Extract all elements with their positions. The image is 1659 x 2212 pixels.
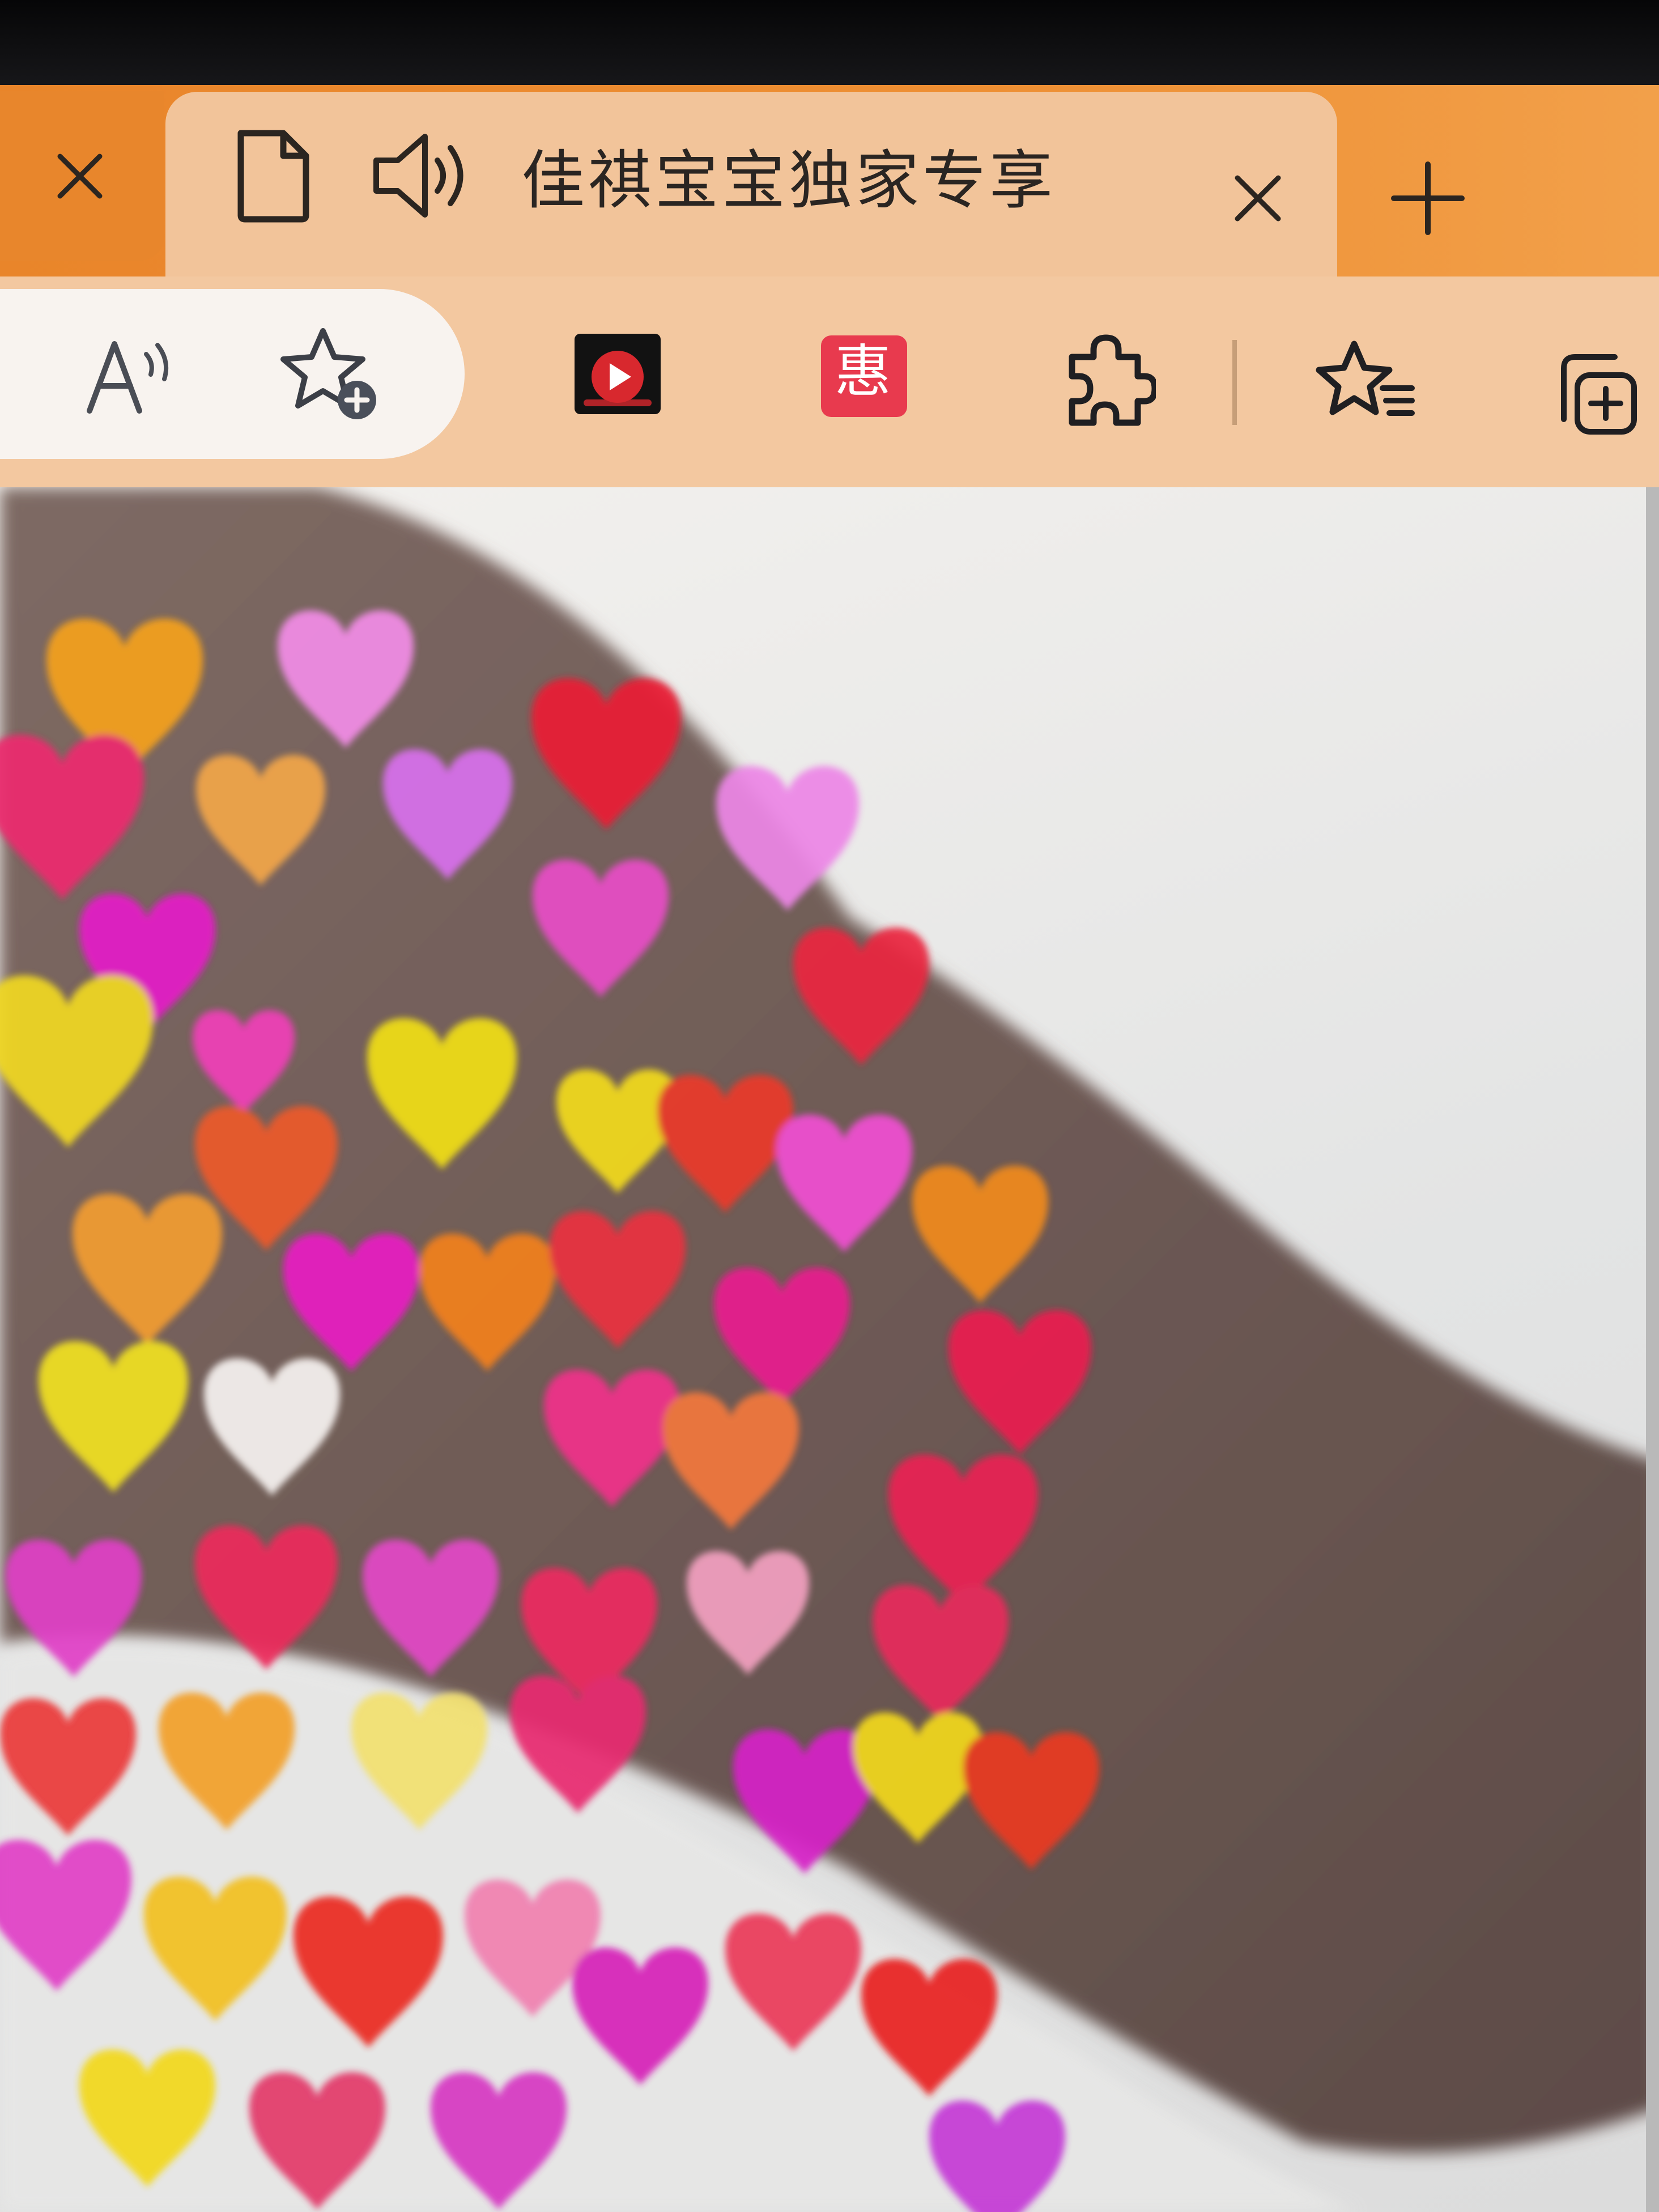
read-aloud-icon[interactable] bbox=[79, 331, 181, 422]
speaker-icon[interactable] bbox=[368, 127, 470, 224]
browser-window: 佳祺宝宝独家专享 惠 bbox=[0, 0, 1659, 2212]
close-icon[interactable] bbox=[49, 145, 111, 207]
page-icon bbox=[237, 130, 309, 223]
address-bar[interactable] bbox=[0, 289, 465, 459]
coupon-extension-button[interactable]: 惠 bbox=[819, 333, 909, 419]
add-favorite-icon[interactable] bbox=[278, 323, 385, 425]
heart-effects bbox=[0, 610, 1099, 2212]
video-extension-icon bbox=[575, 334, 661, 414]
extensions-icon[interactable] bbox=[1060, 334, 1156, 431]
scrollbar-track[interactable] bbox=[1646, 487, 1659, 2212]
coupon-extension-label: 惠 bbox=[835, 338, 891, 405]
page-content bbox=[0, 487, 1659, 2212]
toolbar-divider bbox=[1232, 340, 1237, 425]
video-extension-button[interactable] bbox=[572, 331, 663, 416]
monitor-bezel bbox=[0, 0, 1659, 93]
collections-icon[interactable] bbox=[1547, 346, 1643, 442]
new-tab-button[interactable] bbox=[1382, 153, 1473, 244]
favorites-icon[interactable] bbox=[1315, 337, 1416, 428]
tab-previous[interactable] bbox=[0, 91, 164, 261]
plus-icon bbox=[1391, 161, 1465, 235]
tab-title: 佳祺宝宝独家专享 bbox=[521, 144, 1056, 218]
close-tab-icon[interactable] bbox=[1224, 164, 1292, 232]
